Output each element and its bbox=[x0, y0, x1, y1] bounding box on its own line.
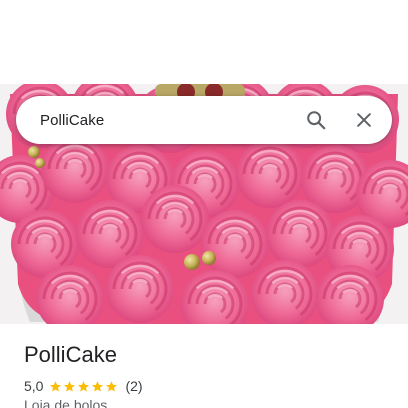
place-title[interactable]: PolliCake bbox=[24, 342, 117, 368]
search-input[interactable]: PolliCake bbox=[16, 112, 292, 129]
search-icon bbox=[307, 111, 326, 130]
star-icon bbox=[106, 380, 118, 391]
place-category: Loja de bolos bbox=[24, 397, 108, 408]
place-info: PolliCake 5,0 (2) Loja de bolos bbox=[0, 324, 408, 408]
star-icon bbox=[78, 380, 90, 391]
close-icon bbox=[357, 113, 371, 127]
star-icon bbox=[92, 380, 104, 391]
search-button[interactable] bbox=[292, 96, 340, 144]
star-icon bbox=[64, 380, 76, 391]
place-sheet: PolliCake PolliCake 5,0 (2) Loja de bolo… bbox=[0, 0, 408, 408]
search-bar[interactable]: PolliCake bbox=[16, 96, 392, 144]
rating-row[interactable]: 5,0 (2) bbox=[24, 377, 143, 395]
review-count: (2) bbox=[125, 378, 143, 394]
rating-value: 5,0 bbox=[24, 378, 44, 394]
star-icon bbox=[50, 380, 62, 391]
star-rating bbox=[49, 380, 119, 393]
close-button[interactable] bbox=[340, 96, 388, 144]
